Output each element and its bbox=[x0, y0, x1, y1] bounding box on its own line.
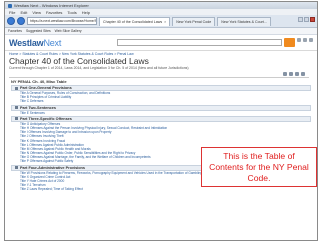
title-bar: Westlaw Next - Windows Internet Explorer bbox=[5, 2, 317, 9]
tab-label: New York Penal Code bbox=[176, 19, 212, 24]
toc-part: Part Two-Sentences Title E Sentences bbox=[11, 104, 311, 115]
suggested-sites-link[interactable]: Suggested Sites bbox=[26, 29, 51, 33]
menu-view[interactable]: View bbox=[32, 10, 41, 15]
collapse-icon[interactable] bbox=[15, 86, 18, 90]
close-tab-icon[interactable]: × bbox=[164, 20, 166, 24]
folders-icon[interactable] bbox=[297, 38, 301, 42]
toc-link[interactable]: Title C Defenses bbox=[11, 99, 311, 103]
page-content: WestlawNext Home > Statutes & Court Rule… bbox=[5, 35, 317, 240]
currency-note: Current through Chapter 1 of 2014, Laws … bbox=[9, 66, 189, 70]
page-title: Chapter 40 of the Consolidated Laws bbox=[9, 56, 149, 66]
toc-part: Part One-General Provisions Title A Gene… bbox=[11, 85, 311, 104]
close-window-icon[interactable] bbox=[310, 17, 315, 22]
folder-icon[interactable] bbox=[301, 72, 305, 76]
maximize-icon[interactable] bbox=[304, 17, 309, 22]
browser-icon bbox=[8, 3, 12, 8]
web-slice-link[interactable]: Web Slice Gallery bbox=[55, 29, 82, 33]
westlaw-logo[interactable]: WestlawNext bbox=[9, 38, 61, 48]
logo-next: Next bbox=[43, 38, 62, 48]
part-label: Part Three-Specific Offenses bbox=[20, 116, 72, 121]
statute-name: NY PENAL Ch. 40, Misc Table bbox=[11, 79, 67, 84]
window-title: Westlaw Next - Windows Internet Explorer bbox=[14, 3, 89, 8]
callout-text: This is the Table of Contents for the NY… bbox=[209, 150, 309, 183]
address-bar[interactable]: https://a.next.westlaw.com/Browse/Home/S… bbox=[27, 17, 97, 25]
email-icon[interactable] bbox=[283, 72, 287, 76]
search-input[interactable] bbox=[117, 39, 282, 46]
menu-edit[interactable]: Edit bbox=[20, 10, 27, 15]
collapse-icon[interactable] bbox=[15, 106, 18, 110]
menu-help[interactable]: Help bbox=[82, 10, 90, 15]
menu-file[interactable]: File bbox=[9, 10, 15, 15]
logo-main: Westlaw bbox=[9, 38, 44, 48]
westlaw-header: WestlawNext bbox=[5, 35, 317, 51]
search-button[interactable] bbox=[284, 38, 295, 47]
window-controls bbox=[298, 17, 315, 22]
toc-link[interactable]: Title E Sentences bbox=[11, 111, 311, 115]
annotation-callout: This is the Table of Contents for the NY… bbox=[201, 147, 317, 187]
download-icon[interactable] bbox=[295, 72, 299, 76]
tab-label: New York Statutes & Court... bbox=[221, 19, 267, 24]
tab-penal-code[interactable]: New York Penal Code bbox=[172, 16, 216, 26]
settings-icon[interactable] bbox=[309, 38, 313, 42]
history-icon[interactable] bbox=[303, 38, 307, 42]
tab-label: Chapter 40 of the Consolidated Laws bbox=[103, 19, 163, 24]
tab-statutes[interactable]: New York Statutes & Court... bbox=[217, 16, 271, 26]
menu-favorites[interactable]: Favorites bbox=[46, 10, 62, 15]
tab-bar: https://a.next.westlaw.com/Browse/Home/S… bbox=[5, 15, 317, 28]
part-label: Part Four-Administrative Provisions bbox=[20, 165, 85, 170]
toc-link[interactable]: Title Z Laws Repealed; Time of Taking Ef… bbox=[11, 187, 311, 191]
part-label: Part One-General Provisions bbox=[20, 86, 72, 90]
print-icon[interactable] bbox=[289, 72, 293, 76]
collapse-icon[interactable] bbox=[15, 166, 18, 170]
header-icons bbox=[297, 38, 313, 42]
favorites-bar: Favorites Suggested Sites Web Slice Gall… bbox=[5, 28, 317, 35]
tab-chapter-40[interactable]: Chapter 40 of the Consolidated Laws × bbox=[99, 16, 171, 26]
back-icon[interactable] bbox=[7, 17, 15, 25]
toc-toolbar bbox=[9, 71, 309, 78]
minimize-icon[interactable] bbox=[298, 17, 303, 22]
part-label: Part Two-Sentences bbox=[20, 105, 57, 110]
forward-icon[interactable] bbox=[17, 17, 25, 25]
collapse-icon[interactable] bbox=[15, 117, 18, 121]
menu-tools[interactable]: Tools bbox=[67, 10, 76, 15]
browser-window: Westlaw Next - Windows Internet Explorer… bbox=[4, 1, 318, 241]
favorites-link[interactable]: Favorites bbox=[8, 29, 22, 33]
